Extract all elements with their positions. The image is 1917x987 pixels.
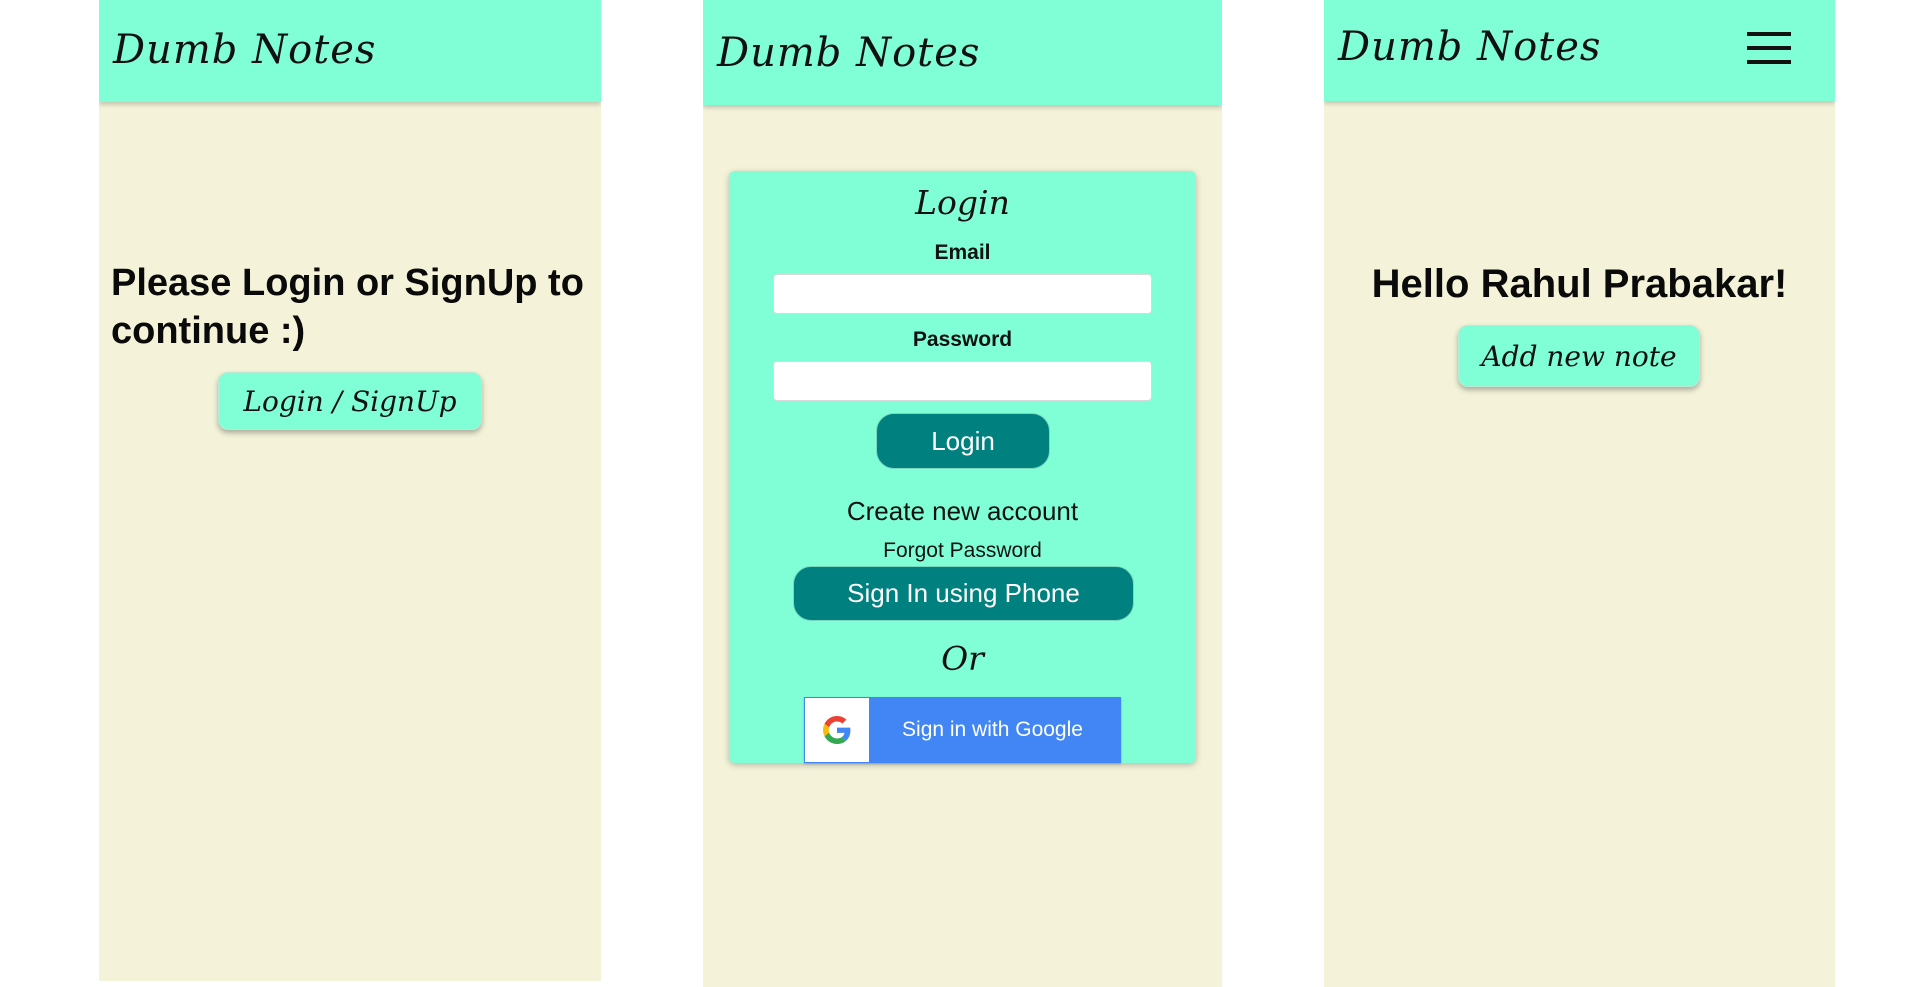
logged-out-screen: Dumb Notes Please Login or SignUp to con… [99, 0, 601, 981]
create-account-link[interactable]: Create new account [729, 496, 1196, 527]
add-note-button[interactable]: Add new note [1458, 325, 1700, 387]
google-signin-button[interactable]: Sign in with Google [804, 697, 1121, 763]
login-prompt-message: Please Login or SignUp to continue :) [111, 262, 584, 352]
home-screen: Dumb Notes Hello Rahul Prabakar! Add new… [1324, 0, 1835, 987]
forgot-password-link[interactable]: Forgot Password [729, 539, 1196, 563]
app-brand[interactable]: Dumb Notes [717, 30, 980, 76]
hamburger-menu-icon[interactable] [1747, 30, 1791, 66]
phone-signin-button[interactable]: Sign In using Phone [793, 566, 1134, 621]
app-brand[interactable]: Dumb Notes [1338, 24, 1601, 70]
password-field[interactable] [773, 361, 1152, 401]
login-card: Login Email Password Login Create new ac… [729, 171, 1196, 763]
app-header: Dumb Notes [1324, 0, 1835, 101]
password-label: Password [912, 328, 1013, 351]
email-field[interactable] [773, 274, 1152, 314]
app-brand[interactable]: Dumb Notes [113, 27, 376, 73]
email-label: Email [934, 241, 991, 264]
login-screen: Dumb Notes Login Email Password Login Cr… [703, 0, 1222, 987]
google-signin-label: Sign in with Google [902, 718, 1083, 741]
login-button[interactable]: Login [876, 413, 1050, 469]
app-header: Dumb Notes [703, 0, 1222, 105]
greeting-heading: Hello Rahul Prabakar! [1371, 262, 1788, 306]
app-header: Dumb Notes [99, 0, 601, 102]
login-signup-button[interactable]: Login / SignUp [218, 372, 482, 430]
google-logo-icon [805, 698, 869, 762]
login-card-title: Login [915, 183, 1010, 222]
or-divider-text: Or [941, 639, 984, 678]
